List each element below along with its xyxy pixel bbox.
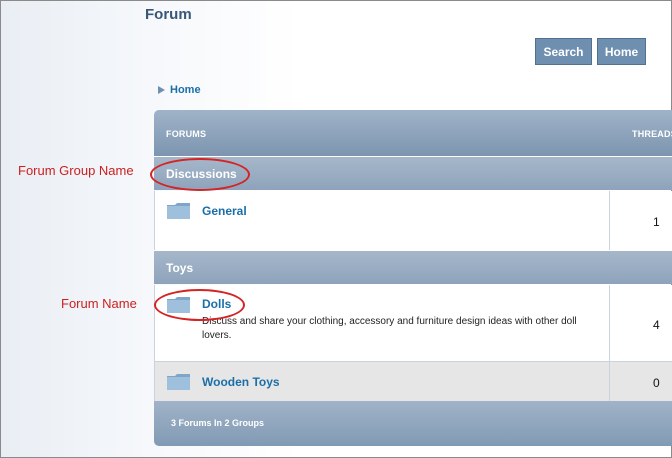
column-divider [609,191,610,250]
forum-row: General 1 [154,191,672,250]
forum-link-general[interactable]: General [202,204,247,218]
forum-group-callout: Forum Group Name [18,163,134,178]
forum-group-row: Discussions [154,156,672,190]
folder-icon [167,203,190,219]
forum-group-name: Discussions [166,167,237,181]
thread-count: 0 [653,376,660,390]
forum-table: FORUMS THREADS Discussions General 1 Toy… [154,110,672,446]
breadcrumb-arrow-icon [158,86,165,94]
breadcrumb-home-link[interactable]: Home [170,84,201,96]
folder-icon [167,297,190,313]
thread-count: 1 [653,215,660,229]
forum-link-dolls[interactable]: Dolls [202,297,231,311]
forum-name-callout: Forum Name [61,296,137,311]
column-header-forums: FORUMS [166,129,207,139]
forum-group-row: Toys [154,250,672,284]
table-header: FORUMS THREADS [154,110,672,156]
home-button[interactable]: Home [597,38,646,65]
column-divider [609,362,610,401]
folder-icon [167,374,190,390]
forum-row: Dolls Discuss and share your clothing, a… [154,285,672,361]
column-divider [609,285,610,361]
forum-link-wooden-toys[interactable]: Wooden Toys [202,375,280,389]
forum-group-name: Toys [166,261,194,275]
thread-count: 4 [653,318,660,332]
forum-description: Discuss and share your clothing, accesso… [202,316,577,341]
breadcrumb: Home [158,84,201,96]
forum-summary: 3 Forums In 2 Groups [171,418,265,428]
column-header-threads: THREADS [632,129,672,139]
search-button[interactable]: Search [535,38,592,65]
forum-row: Wooden Toys 0 [154,361,672,401]
table-footer: 3 Forums In 2 Groups [154,401,672,446]
page-title: Forum [145,6,192,23]
